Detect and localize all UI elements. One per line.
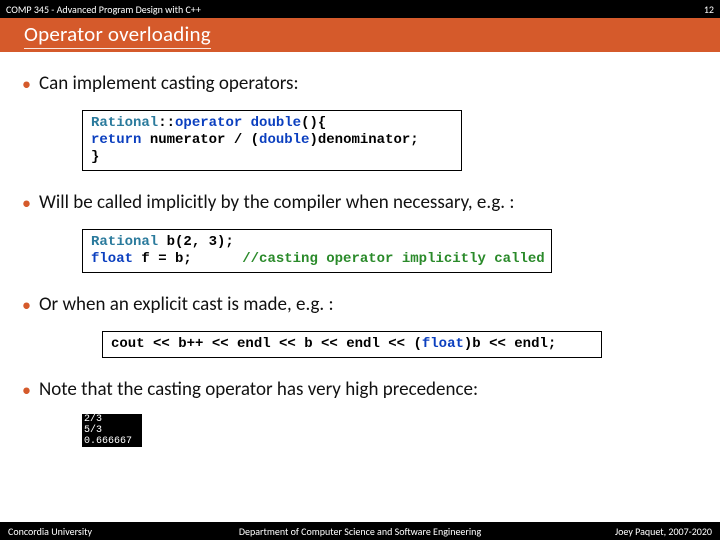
- code-token: )b << endl;: [464, 336, 556, 352]
- bullet-3-text: Or when an explicit cast is made, e.g. :: [39, 293, 334, 317]
- console-output: 2/3 5/3 0.666667: [82, 414, 142, 447]
- code-token: )denominator;: [309, 132, 418, 148]
- code-token: double: [259, 132, 309, 148]
- code-token: numerator / (: [141, 132, 259, 148]
- bullet-3: • Or when an explicit cast is made, e.g.…: [22, 293, 698, 317]
- code-token: Rational: [91, 115, 158, 131]
- page-number: 12: [704, 3, 714, 16]
- footer-left: Concordia University: [8, 525, 92, 538]
- code-token: float: [91, 251, 133, 267]
- code-token: operator: [175, 115, 242, 131]
- code-token: return: [91, 132, 141, 148]
- code-block-2: Rational b(2, 3); float f = b; //casting…: [82, 229, 552, 273]
- code-token: double: [251, 115, 301, 131]
- title-bar: Operator overloading: [0, 18, 720, 52]
- code-token: cout << b++ << endl << b << endl << (: [111, 336, 422, 352]
- bullet-2: • Will be called implicitly by the compi…: [22, 191, 698, 215]
- slide: COMP 345 - Advanced Program Design with …: [0, 0, 720, 540]
- bullet-dot-icon: •: [22, 191, 31, 215]
- code-token: float: [422, 336, 464, 352]
- bullet-2-text: Will be called implicitly by the compile…: [39, 191, 514, 215]
- footer-right: Joey Paquet, 2007-2020: [615, 525, 712, 538]
- code-token: b(2, 3);: [158, 234, 234, 250]
- course-label: COMP 345 - Advanced Program Design with …: [6, 3, 201, 16]
- footer-bar: Concordia University Department of Compu…: [0, 522, 720, 540]
- bullet-dot-icon: •: [22, 72, 31, 96]
- code-token: [242, 115, 250, 131]
- bullet-4-text: Note that the casting operator has very …: [39, 378, 478, 402]
- code-token: }: [91, 149, 99, 165]
- footer-mid: Department of Computer Science and Softw…: [239, 525, 481, 538]
- code-token: f = b;: [133, 251, 242, 267]
- bullet-1-text: Can implement casting operators:: [39, 72, 299, 96]
- code-token: ::: [158, 115, 175, 131]
- bullet-4: • Note that the casting operator has ver…: [22, 378, 698, 402]
- content-area: • Can implement casting operators: Ratio…: [0, 52, 720, 522]
- bullet-dot-icon: •: [22, 378, 31, 402]
- code-block-3: cout << b++ << endl << b << endl << (flo…: [102, 331, 602, 358]
- bullet-dot-icon: •: [22, 293, 31, 317]
- top-bar: COMP 345 - Advanced Program Design with …: [0, 0, 720, 18]
- bullet-1: • Can implement casting operators:: [22, 72, 698, 96]
- code-token: (){: [301, 115, 326, 131]
- code-block-1: Rational::operator double(){ return nume…: [82, 110, 462, 171]
- code-comment: //casting operator implicitly called: [242, 251, 544, 267]
- slide-title: Operator overloading: [24, 21, 211, 49]
- code-token: Rational: [91, 234, 158, 250]
